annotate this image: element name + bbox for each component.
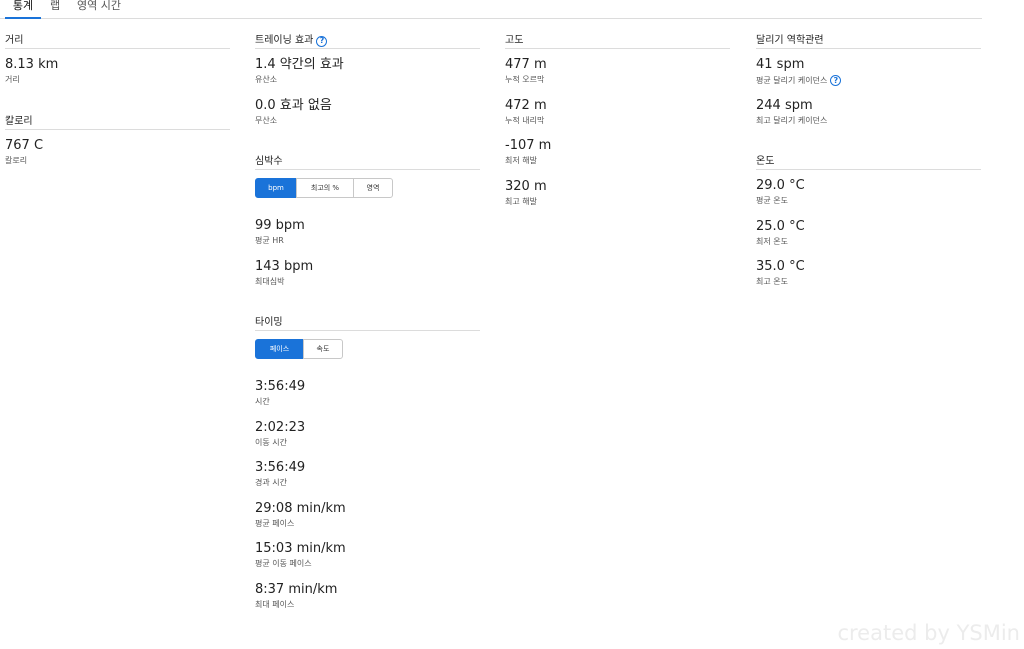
metric-label: 누적 오르막 [505,75,545,84]
metric-avg-hr: 99 bpm 평균 HR [255,210,480,251]
timing-unit-toggle: 페이스 속도 [255,339,480,359]
metric-label: 유산소 [255,75,278,84]
metric-label: 거리 [5,75,20,84]
metric-label: 경과 시간 [255,478,287,487]
metric-aerobic: 1.4 약간의 효과 유산소 [255,49,480,90]
temperature-section: 온도 29.0 °C 평균 온도 25.0 °C 최저 온도 35.0 °C 최… [756,155,981,292]
metric-label: 평균 온도 [756,196,788,205]
calories-title: 칼로리 [5,115,230,130]
metric-label: 칼로리 [5,155,28,165]
metric-value: 143 bpm [255,258,314,274]
metric-total-ascent: 477 m 누적 오르막 [505,49,730,90]
metric-value: 477 m [505,57,547,72]
metric-label: 최고 온도 [756,277,788,286]
metric-label: 누적 내리막 [505,115,545,125]
heart-rate-title: 심박수 [255,155,480,170]
metric-label: 최대 페이스 [255,599,295,609]
tab-time-in-zone[interactable]: 영역 시간 [77,0,121,19]
metric-label: 이동 시간 [255,437,287,447]
running-dynamics-title: 달리기 역학관련 [756,34,981,49]
metric-value: 472 m [505,97,547,113]
metric-value: 29:08 min/km [255,500,346,516]
metric-label-row: 평균 달리기 케이던스 ? [756,75,981,86]
metric-avg-cadence: 41 spm 평균 달리기 케이던스 ? [756,49,981,90]
distance-section: 거리 8.13 km 거리 [5,34,230,90]
metric-elapsed-time: 3:56:49 경과 시간 [255,452,480,493]
metric-label: 무산소 [255,115,278,125]
metric-distance: 8.13 km 거리 [5,49,230,90]
metric-label: 평균 달리기 케이던스 [756,75,828,85]
metric-calories: 767 C 칼로리 [5,130,230,171]
question-circle-icon[interactable]: ? [316,35,328,47]
metric-moving-time: 2:02:23 이동 시간 [255,412,480,453]
metric-value: 244 spm [756,97,813,113]
metric-value: 25.0 °C [756,218,805,234]
column-3: 고도 477 m 누적 오르막 472 m 누적 내리막 -107 m 최저 해… [505,34,730,211]
hr-toggle-bpm[interactable]: bpm [255,178,297,198]
column-4: 달리기 역학관련 41 spm 평균 달리기 케이던스 ? 244 spm 최고… [756,34,981,292]
running-dynamics-section: 달리기 역학관련 41 spm 평균 달리기 케이던스 ? 244 spm 최고… [756,34,981,130]
timing-toggle-pace[interactable]: 페이스 [255,339,304,359]
elevation-title: 고도 [505,34,730,49]
metric-avg-pace: 29:08 min/km 평균 페이스 [255,493,480,534]
metric-value: 320 m [505,178,547,194]
heart-rate-section: 심박수 bpm 최고의 % 영역 99 bpm 평균 HR 143 bpm 최대… [255,155,480,291]
metric-min-elevation: -107 m 최저 해발 [505,130,730,171]
metric-value: 35.0 °C [756,259,805,274]
metric-max-hr: 143 bpm 최대심박 [255,251,480,292]
metric-max-elevation: 320 m 최고 해발 [505,171,730,212]
tab-bar: 통계 랩 영역 시간 [0,0,982,19]
metric-value: 29.0 °C [756,178,805,193]
metric-label: 평균 이동 페이스 [255,559,312,568]
temperature-title: 온도 [756,155,981,170]
timing-section: 타이밍 페이스 속도 3:56:49 시간 2:02:23 이동 시간 3:56… [255,316,480,614]
metric-value: 15:03 min/km [255,541,346,556]
column-2: 트레이닝 효과 ? 1.4 약간의 효과 유산소 0.0 효과 없음 무산소 심… [255,34,480,614]
metric-value: 0.0 효과 없음 [255,97,332,113]
metric-time: 3:56:49 시간 [255,371,480,412]
elevation-section: 고도 477 m 누적 오르막 472 m 누적 내리막 -107 m 최저 해… [505,34,730,211]
metric-value: 3:56:49 [255,379,306,394]
question-circle-icon[interactable]: ? [830,75,842,86]
metric-value: 8.13 km [5,57,59,72]
training-effect-section: 트레이닝 효과 ? 1.4 약간의 효과 유산소 0.0 효과 없음 무산소 [255,34,480,130]
metric-label: 최대심박 [255,276,285,286]
metric-value: 3:56:49 [255,460,306,475]
hr-toggle-max-percent[interactable]: 최고의 % [296,178,354,198]
metric-value: 767 C [5,137,44,153]
tab-stats[interactable]: 통계 [5,0,41,19]
metric-max-temp: 35.0 °C 최고 온도 [756,251,981,292]
metric-avg-temp: 29.0 °C 평균 온도 [756,170,981,211]
column-1: 거리 8.13 km 거리 칼로리 767 C 칼로리 [5,34,230,170]
metric-min-temp: 25.0 °C 최저 온도 [756,211,981,252]
metric-max-pace: 8:37 min/km 최대 페이스 [255,574,480,615]
metric-value: 2:02:23 [255,419,306,435]
metric-value: 99 bpm [255,218,305,233]
distance-title: 거리 [5,34,230,49]
metric-label: 최고 달리기 케이던스 [756,115,828,125]
metric-label: 최저 해발 [505,156,537,165]
hr-toggle-zones[interactable]: 영역 [353,178,393,198]
metric-avg-moving-pace: 15:03 min/km 평균 이동 페이스 [255,533,480,574]
metric-label: 시간 [255,397,270,406]
metric-value: 1.4 약간의 효과 [255,57,344,72]
metric-label: 평균 HR [255,236,284,245]
timing-toggle-speed[interactable]: 속도 [303,339,343,359]
timing-title: 타이밍 [255,316,480,331]
watermark: created by YSMin [837,621,1020,645]
metric-value: 41 spm [756,57,805,72]
metric-label: 최고 해발 [505,196,537,206]
calories-section: 칼로리 767 C 칼로리 [5,115,230,171]
metric-value: -107 m [505,138,552,153]
tab-laps[interactable]: 랩 [50,0,60,19]
metric-label: 최저 온도 [756,236,788,246]
training-effect-title-text: 트레이닝 효과 [255,35,314,46]
metric-total-descent: 472 m 누적 내리막 [505,90,730,131]
metric-max-cadence: 244 spm 최고 달리기 케이던스 [756,90,981,131]
metric-value: 8:37 min/km [255,581,338,597]
metric-label: 평균 페이스 [255,518,295,528]
metric-anaerobic: 0.0 효과 없음 무산소 [255,90,480,131]
heart-rate-unit-toggle: bpm 최고의 % 영역 [255,178,480,198]
training-effect-title: 트레이닝 효과 ? [255,34,480,49]
